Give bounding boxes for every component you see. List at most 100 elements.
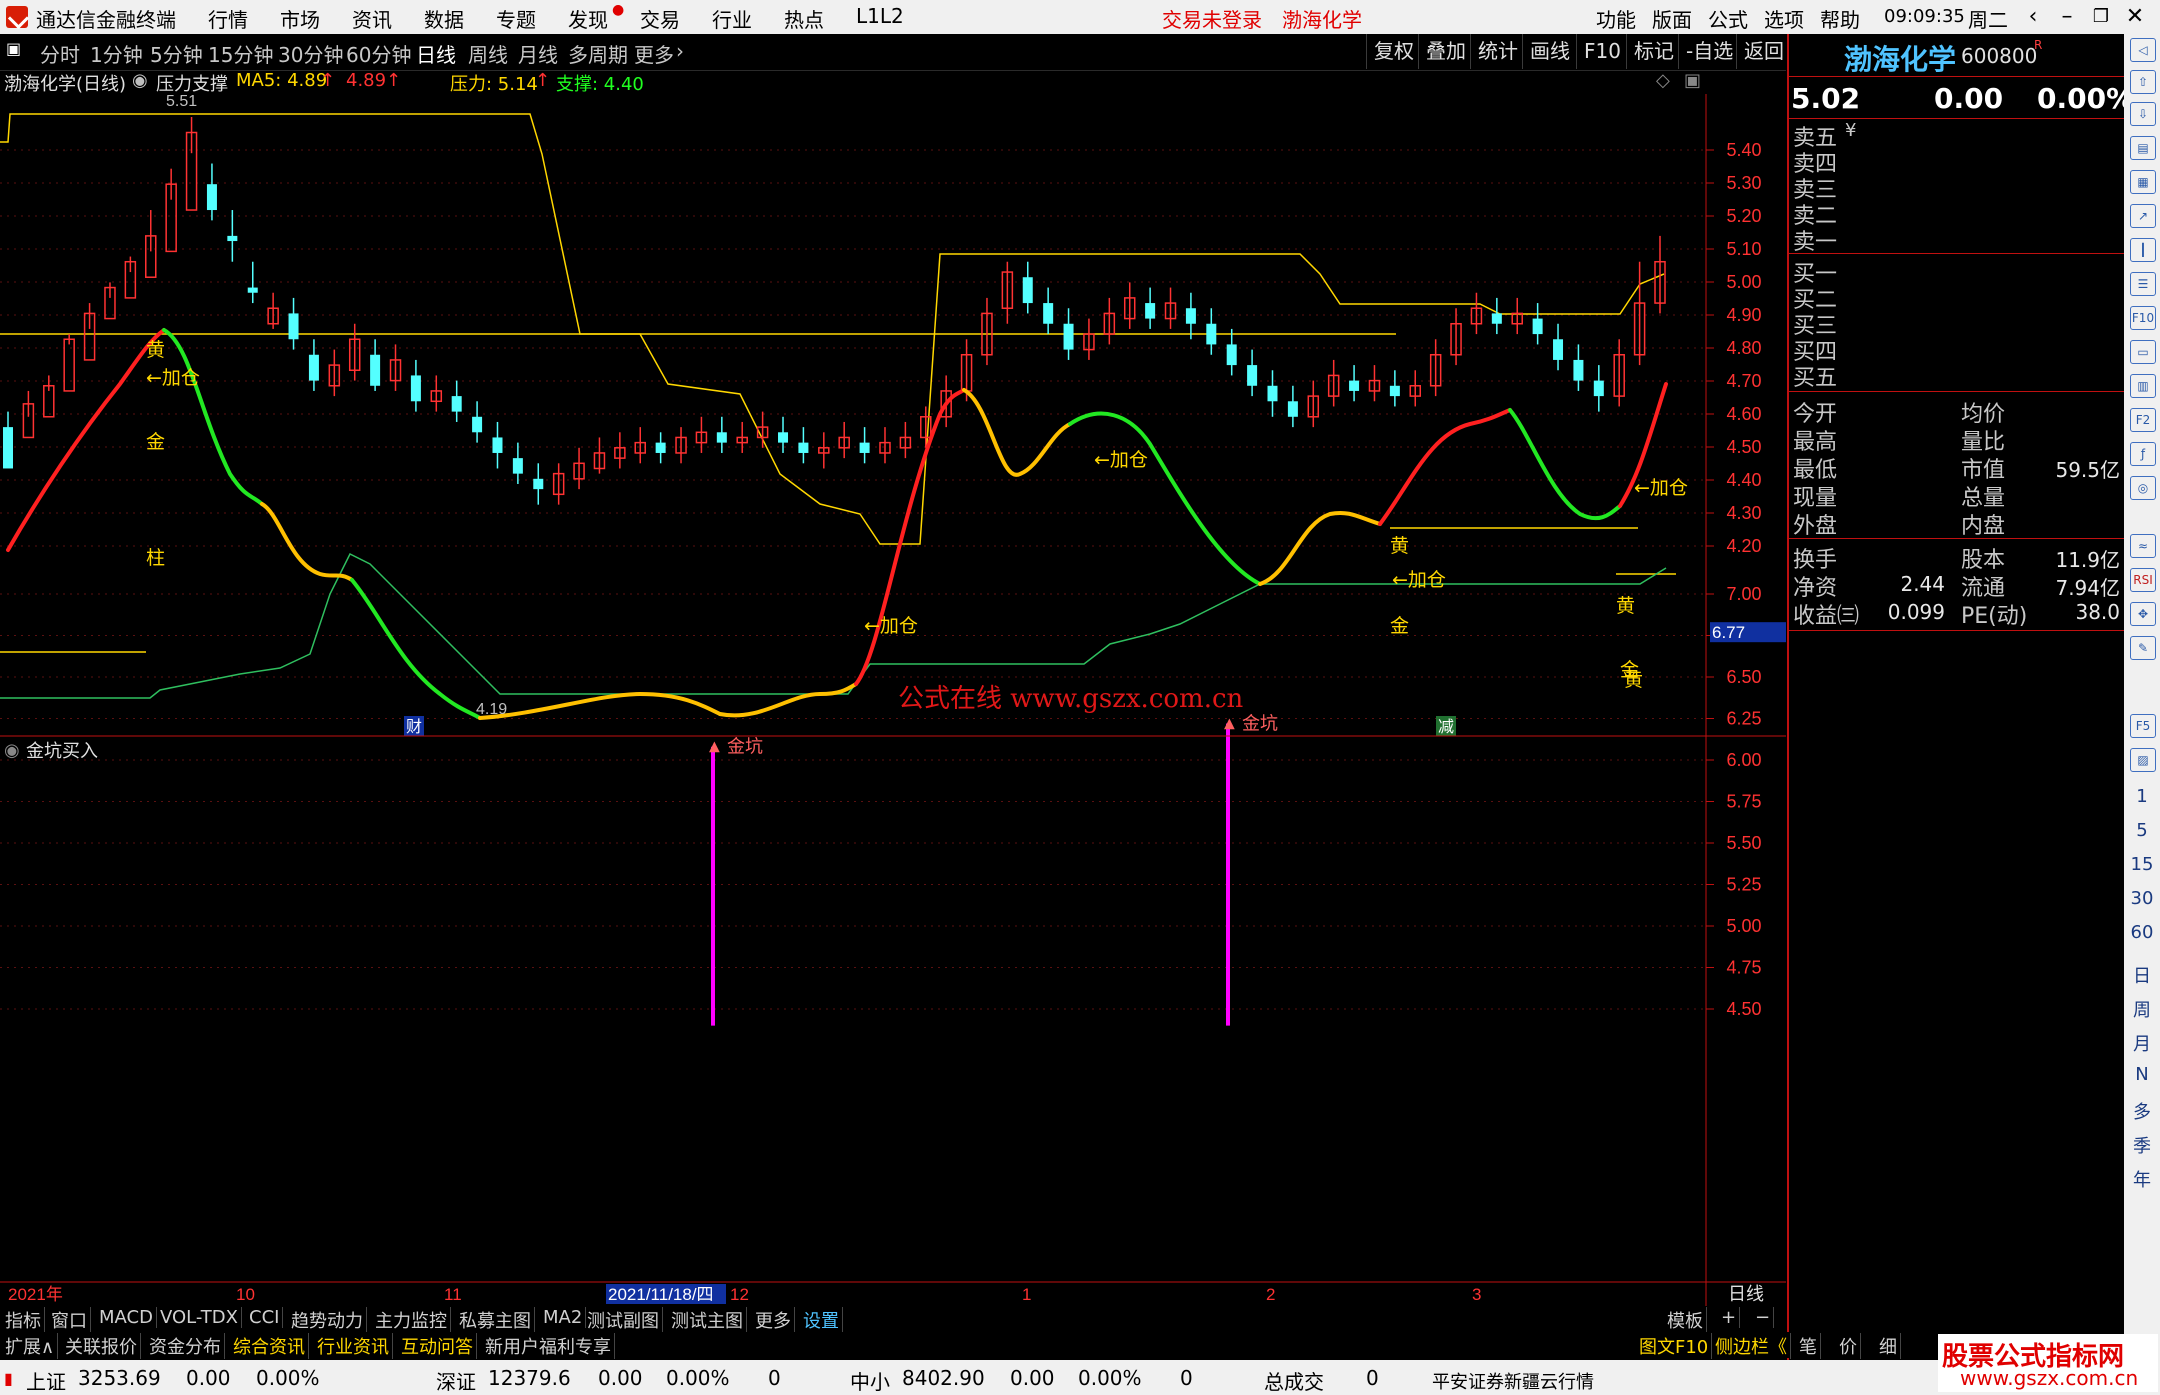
func-icon[interactable]: ƒ <box>2130 442 2156 466</box>
period-30[interactable]: 30 <box>2124 888 2160 909</box>
menu-item[interactable]: 热点 <box>784 4 824 33</box>
window-icon[interactable]: ▣ <box>1684 70 1701 91</box>
circle-icon[interactable]: ◎ <box>2130 476 2156 500</box>
tab-cci[interactable]: CCI <box>246 1307 284 1328</box>
arrow-down-icon[interactable]: ⇩ <box>2130 102 2156 126</box>
tab-main-monitor[interactable]: 主力监控 <box>372 1307 451 1333</box>
indicator-icon[interactable]: ≈ <box>2130 534 2156 558</box>
menu-item[interactable]: 功能 <box>1596 4 1636 33</box>
tab-ma2[interactable]: MA2 <box>540 1307 587 1328</box>
sz-label[interactable]: 深证 <box>436 1366 476 1395</box>
indicator-name[interactable]: 压力支撑 <box>156 70 228 96</box>
move-icon[interactable]: ✥ <box>2130 602 2156 626</box>
tab-15min[interactable]: 15分钟 <box>208 39 273 68</box>
image-icon[interactable]: ▨ <box>2130 748 2156 772</box>
tab-more[interactable]: 更多 <box>634 39 674 68</box>
zoom-out-button[interactable]: − <box>1752 1307 1775 1328</box>
chart-area[interactable]: 黄←加仓金柱←加仓←加仓黄←加仓金黄←加仓黄金5.514.19财减 ▲ 金坑▲ 金坑… <box>0 94 1786 1306</box>
rsi-icon[interactable]: RSI <box>2130 568 2156 592</box>
tab-expand[interactable]: 扩展∧ <box>2 1333 59 1359</box>
tab-multi-period[interactable]: 多周期 <box>568 39 628 68</box>
menu-item[interactable]: 市场 <box>280 4 320 33</box>
close-icon[interactable]: ✕ <box>2118 2 2152 32</box>
tab-related-quotes[interactable]: 关联报价 <box>62 1333 141 1359</box>
menu-item[interactable]: 行业 <box>712 4 752 33</box>
tab-test-main[interactable]: 测试主图 <box>668 1307 747 1333</box>
tab-bi[interactable]: 笔 <box>1796 1333 1821 1359</box>
period-1[interactable]: 1 <box>2124 786 2160 807</box>
tab-5min[interactable]: 5分钟 <box>150 39 203 68</box>
minimize-icon[interactable]: – <box>2050 2 2084 32</box>
collapse-icon[interactable]: ◁ <box>2130 38 2156 62</box>
menu-item[interactable]: 选项 <box>1764 4 1804 33</box>
login-status[interactable]: 交易未登录 <box>1162 4 1262 33</box>
period-day[interactable]: 日 <box>2124 962 2160 988</box>
menu-item[interactable]: L1L2 <box>856 4 904 28</box>
restore-icon[interactable]: ❐ <box>2084 2 2118 32</box>
kline-icon[interactable]: ┃ <box>2130 238 2156 262</box>
tab-trend-power[interactable]: 趋势动力 <box>288 1307 367 1333</box>
menu-item[interactable]: 发现 <box>568 4 608 33</box>
f2-icon[interactable]: F2 <box>2130 408 2156 432</box>
f10-icon[interactable]: F10 <box>2130 306 2156 330</box>
table-icon[interactable]: ▥ <box>2130 374 2156 398</box>
tab-price[interactable]: 价 <box>1836 1333 1861 1359</box>
doc-icon[interactable]: ▭ <box>2130 340 2156 364</box>
layout-icon[interactable]: ▣ <box>6 39 21 58</box>
btn-restore-rights[interactable]: 复权 <box>1366 34 1421 69</box>
tab-qa[interactable]: 互动问答 <box>398 1333 477 1359</box>
period-60[interactable]: 60 <box>2124 922 2160 943</box>
period-15[interactable]: 15 <box>2124 854 2160 875</box>
period-week[interactable]: 周 <box>2124 996 2160 1022</box>
tab-new-user[interactable]: 新用户福利专享 <box>482 1333 615 1359</box>
btn-back[interactable]: 返回 <box>1736 34 1791 69</box>
btn-mark[interactable]: 标记 <box>1626 34 1681 69</box>
tab-indicator[interactable]: 指标 <box>2 1307 45 1333</box>
btn-overlay[interactable]: 叠加 <box>1418 34 1473 69</box>
menu-item[interactable]: 资讯 <box>352 4 392 33</box>
tab-1min[interactable]: 1分钟 <box>90 39 143 68</box>
menu-item[interactable]: 版面 <box>1652 4 1692 33</box>
f5-icon[interactable]: F5 <box>2130 714 2156 738</box>
tab-macd[interactable]: MACD <box>96 1307 157 1328</box>
btn-stats[interactable]: 统计 <box>1470 34 1525 69</box>
sh-label[interactable]: 上证 <box>26 1366 66 1395</box>
zx-label[interactable]: 中小 <box>850 1366 890 1395</box>
tab-settings[interactable]: 设置 <box>800 1307 843 1333</box>
tab-30min[interactable]: 30分钟 <box>278 39 343 68</box>
tab-window[interactable]: 窗口 <box>48 1307 91 1333</box>
tab-general-news[interactable]: 综合资讯 <box>230 1333 309 1359</box>
chevron-right-icon[interactable]: › <box>676 39 684 63</box>
period-5[interactable]: 5 <box>2124 820 2160 841</box>
pencil-icon[interactable]: ✎ <box>2130 636 2156 660</box>
btn-remove-watch[interactable]: -自选 <box>1678 34 1740 69</box>
tab-test-sub[interactable]: 测试副图 <box>584 1307 663 1333</box>
tab-sidebar[interactable]: 侧边栏《 <box>1712 1333 1791 1359</box>
period-year[interactable]: 年 <box>2124 1166 2160 1192</box>
template-button[interactable]: 模板 <box>1664 1307 1707 1333</box>
tab-vol-tdx[interactable]: VOL-TDX <box>157 1307 242 1328</box>
back-icon[interactable]: ‹ <box>2016 2 2050 32</box>
diamond-icon[interactable]: ◇ <box>1656 70 1670 91</box>
tab-monthly[interactable]: 月线 <box>518 39 558 68</box>
tab-industry-news[interactable]: 行业资讯 <box>314 1333 393 1359</box>
period-n[interactable]: N <box>2124 1064 2160 1085</box>
grid-icon[interactable]: ▦ <box>2130 170 2156 194</box>
tab-daily[interactable]: 日线 <box>416 39 456 68</box>
tab-60min[interactable]: 60分钟 <box>346 39 411 68</box>
menu-item[interactable]: 交易 <box>640 4 680 33</box>
zoom-in-button[interactable]: + <box>1718 1307 1741 1328</box>
chart-icon[interactable]: ▤ <box>2130 136 2156 160</box>
period-month[interactable]: 月 <box>2124 1030 2160 1056</box>
menu-item[interactable]: 数据 <box>424 4 464 33</box>
menu-item[interactable]: 公式 <box>1708 4 1748 33</box>
menu-item[interactable]: 行情 <box>208 4 248 33</box>
period-quarter[interactable]: 季 <box>2124 1132 2160 1158</box>
btn-draw[interactable]: 画线 <box>1522 34 1577 69</box>
tab-f10-graphic[interactable]: 图文F10 <box>1636 1333 1713 1359</box>
tab-private-main[interactable]: 私募主图 <box>456 1307 535 1333</box>
period-multi[interactable]: 多 <box>2124 1098 2160 1124</box>
tab-more-indicators[interactable]: 更多 <box>752 1307 795 1333</box>
list-icon[interactable]: ☰ <box>2130 272 2156 296</box>
settings-icon[interactable]: ◉ <box>132 70 148 91</box>
